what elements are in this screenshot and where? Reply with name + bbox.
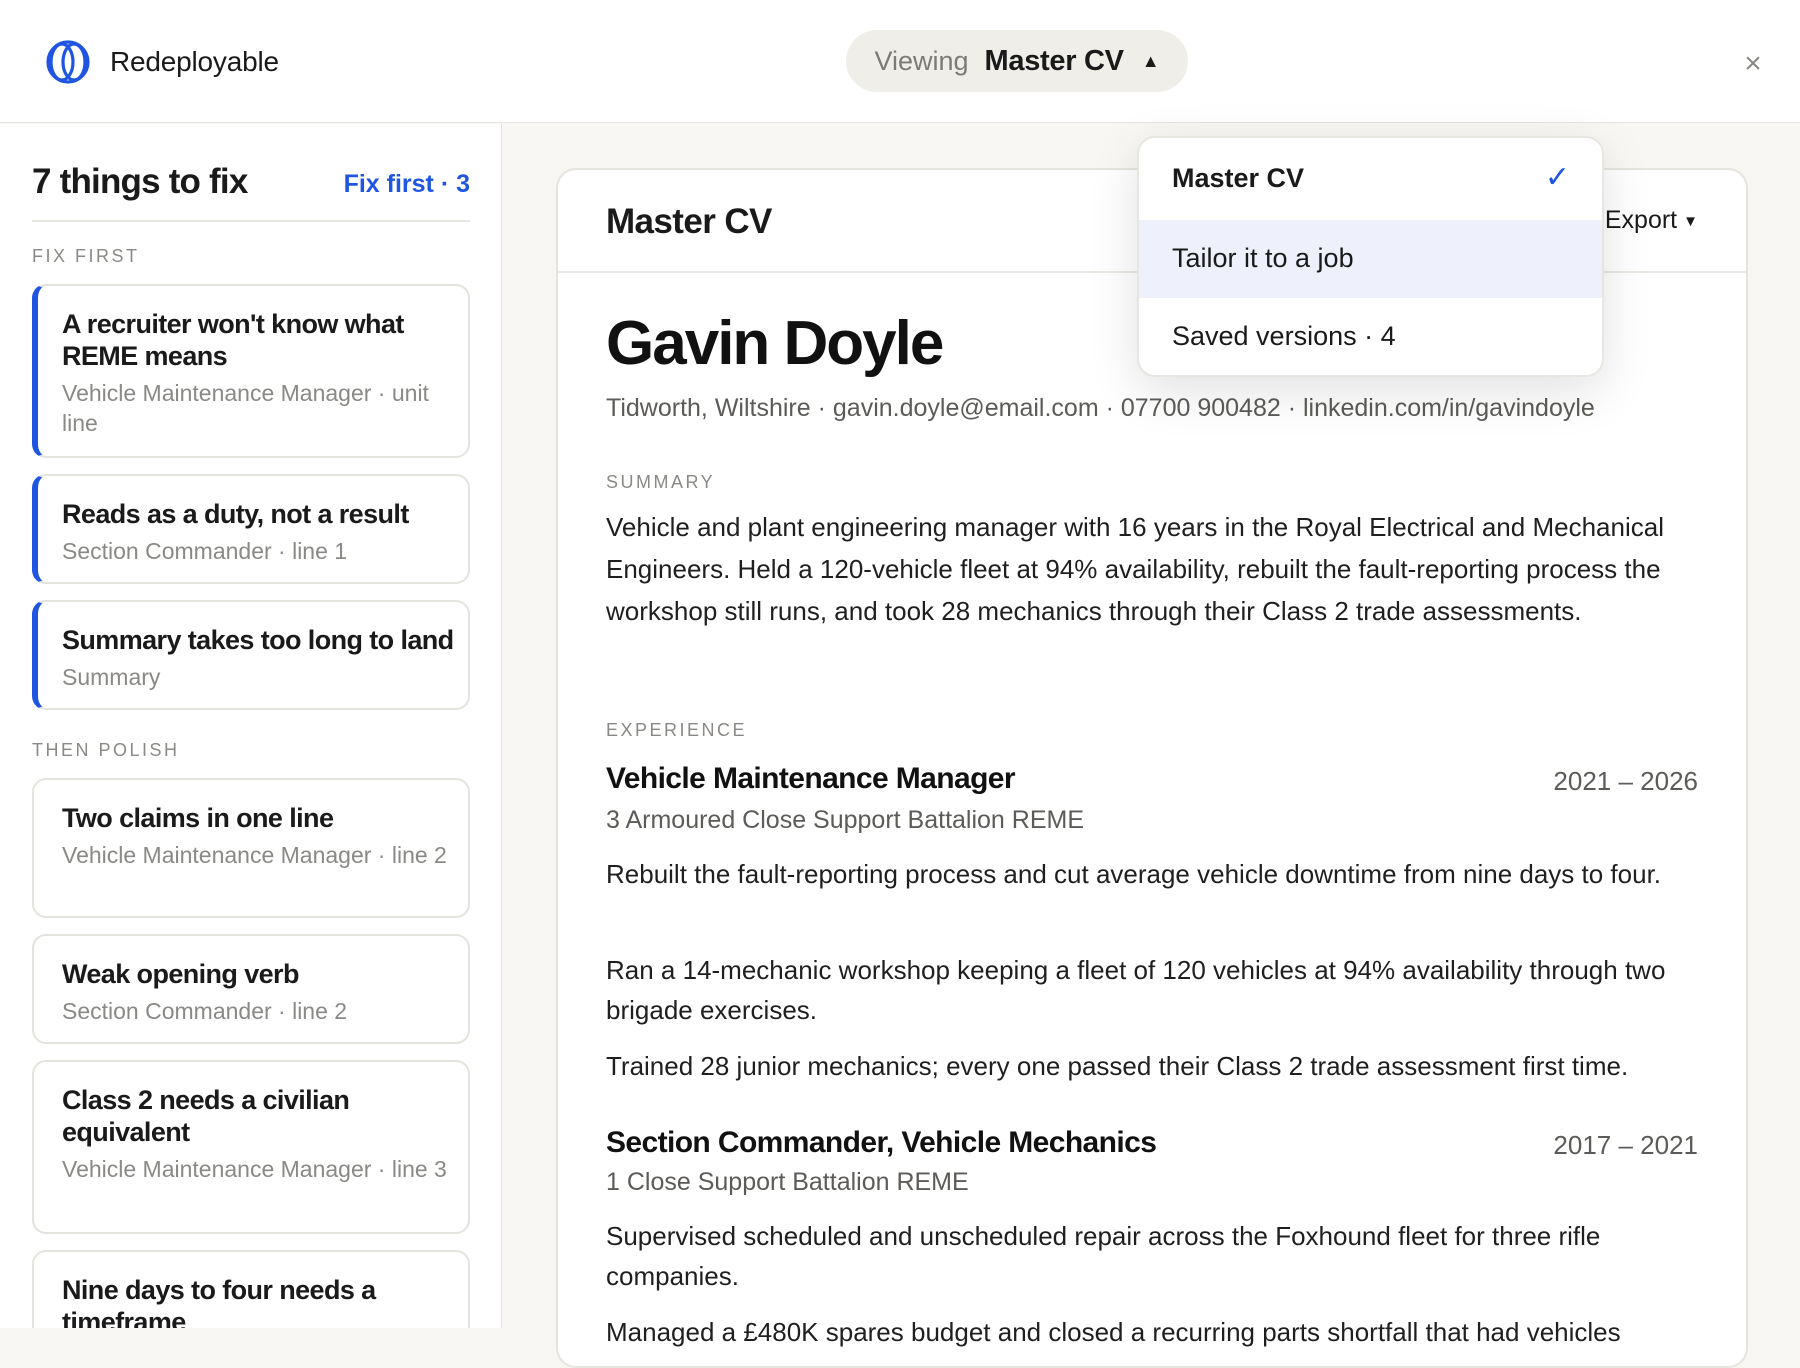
fix-card-title: Summary takes too long to land — [62, 625, 454, 655]
job-org: 1 Close Support Battalion REME — [606, 1168, 969, 1196]
menu-item-tailor-to-job[interactable]: Tailor it to a job — [1139, 220, 1602, 298]
polish-card-location: Section Commander · line 2 — [62, 998, 348, 1024]
fix-card[interactable]: Summary takes too long to land Summary — [32, 600, 470, 710]
cv-contact-line: Tidworth, Wiltshire · gavin.doyle@email.… — [606, 394, 1595, 422]
fix-first-label: FIX FIRST — [32, 246, 140, 266]
polish-card[interactable]: Nine days to four needs a timeframe — [32, 1250, 470, 1328]
brand[interactable]: Redeployable — [38, 39, 279, 85]
export-button[interactable]: Export ▼ — [1605, 206, 1698, 235]
job-title: Vehicle Maintenance Manager — [606, 762, 1016, 795]
viewing-value: Master CV — [984, 44, 1124, 77]
fix-card-location: Section Commander · line 1 — [62, 538, 348, 564]
job-bullet[interactable]: Managed a £480K spares budget and closed… — [606, 1312, 1706, 1352]
polish-card[interactable]: Weak opening verb Section Commander · li… — [32, 934, 470, 1044]
job-bullet[interactable]: Ran a 14-mechanic workshop keeping a fle… — [606, 950, 1706, 1030]
sidebar-header: 7 things to fix Fix first · 3 — [32, 160, 470, 222]
job-org: 3 Armoured Close Support Battalion REME — [606, 806, 1085, 834]
polish-card-location: Vehicle Maintenance Manager · line 2 — [62, 842, 447, 868]
close-icon[interactable]: × — [1738, 44, 1768, 84]
fix-card-location: Vehicle Maintenance Manager · unit line — [62, 380, 429, 436]
polish-card-title: Nine days to four needs a timeframe — [62, 1275, 376, 1328]
polish-card-title: Class 2 needs a civilian equivalent — [62, 1085, 350, 1147]
fix-card[interactable]: Reads as a duty, not a result Section Co… — [32, 474, 470, 584]
fix-list-sidebar: 7 things to fix Fix first · 3 FIX FIRST … — [0, 124, 502, 1328]
fix-card-title: A recruiter won't know what REME means — [62, 309, 404, 371]
cv-panel-title: Master CV — [606, 202, 772, 241]
caret-up-icon: ▲ — [1141, 50, 1160, 71]
experience-heading: EXPERIENCE — [606, 720, 748, 740]
cv-name: Gavin Doyle — [606, 309, 944, 378]
fix-card-location: Summary — [62, 664, 161, 690]
menu-item-label: Saved versions · 4 — [1172, 321, 1396, 351]
polish-card-location: Vehicle Maintenance Manager · line 3 — [62, 1156, 447, 1182]
summary-heading: SUMMARY — [606, 472, 716, 492]
polish-card[interactable]: Class 2 needs a civilian equivalent Vehi… — [32, 1060, 470, 1234]
fix-first-link[interactable]: Fix first · 3 — [344, 170, 470, 199]
version-selector[interactable]: Viewing Master CV ▲ — [846, 30, 1188, 92]
polish-card[interactable]: Two claims in one line Vehicle Maintenan… — [32, 778, 470, 918]
brand-name: Redeployable — [110, 46, 279, 77]
version-dropdown-menu: Master CV ✓ Tailor it to a job Saved ver… — [1137, 136, 1604, 377]
menu-item-label: Tailor it to a job — [1172, 243, 1354, 273]
polish-card-title: Weak opening verb — [62, 959, 299, 989]
caret-down-icon: ▼ — [1683, 212, 1698, 230]
fix-card[interactable]: A recruiter won't know what REME means V… — [32, 284, 470, 458]
logo-icon — [46, 40, 90, 84]
fix-card-title: Reads as a duty, not a result — [62, 499, 409, 529]
job-bullet[interactable]: Trained 28 junior mechanics; every one p… — [606, 1046, 1706, 1086]
top-bar: Redeployable Viewing Master CV ▲ × — [0, 0, 1800, 123]
job-dates: 2021 – 2026 — [1553, 766, 1698, 796]
summary-text[interactable]: Vehicle and plant engineering manager wi… — [606, 506, 1706, 632]
check-icon: ✓ — [1544, 161, 1570, 194]
menu-item-label: Master CV — [1172, 163, 1305, 193]
job-bullet[interactable]: Supervised scheduled and unscheduled rep… — [606, 1216, 1706, 1296]
then-polish-label: THEN POLISH — [32, 740, 180, 760]
viewing-label: Viewing — [874, 45, 969, 76]
polish-card-title: Two claims in one line — [62, 803, 334, 833]
job-bullet[interactable]: Rebuilt the fault-reporting process and … — [606, 854, 1706, 894]
sidebar-title: 7 things to fix — [32, 162, 248, 201]
job-dates: 2017 – 2021 — [1553, 1130, 1698, 1160]
job-title: Section Commander, Vehicle Mechanics — [606, 1126, 1157, 1159]
export-label: Export — [1604, 206, 1678, 234]
menu-item-master-cv[interactable]: Master CV ✓ — [1139, 140, 1602, 218]
menu-item-saved-versions[interactable]: Saved versions · 4 — [1139, 298, 1602, 375]
